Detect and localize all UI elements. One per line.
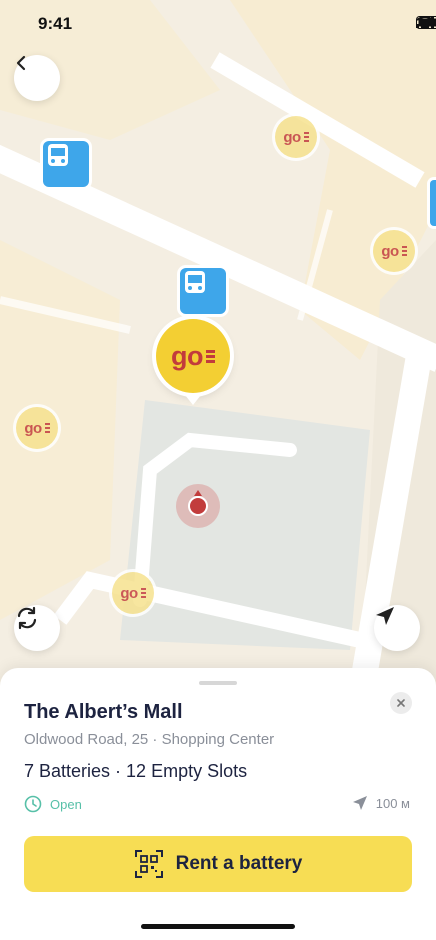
open-status-text: Open [50,796,82,812]
station-marker[interactable]: go [373,230,415,272]
back-icon [16,55,26,71]
open-status: Open [24,795,82,813]
map-view[interactable]: 9:41 go go go go go [0,0,436,700]
station-address: Oldwood Road, 25 · Shopping Center [24,731,275,748]
sheet-drag-handle[interactable] [199,681,237,685]
station-capacity: 7 Batteries · 12 Empty Slots [24,761,248,781]
locate-icon [376,607,394,625]
rent-battery-button[interactable]: Rent a battery [24,836,412,892]
close-icon [397,699,405,707]
station-marker[interactable]: go [275,116,317,158]
station-logo: go [24,419,42,437]
back-button[interactable] [14,55,60,101]
refresh-icon [17,606,37,630]
station-marker[interactable]: go [112,572,154,614]
selected-station-marker[interactable]: go [156,319,230,393]
rent-battery-label: Rent a battery [175,853,303,874]
bus-stop-marker[interactable] [43,141,89,187]
refresh-button[interactable] [14,605,60,651]
home-indicator [141,924,295,929]
battery-icon [416,16,436,29]
locate-me-button[interactable] [374,605,420,651]
station-details-sheet: The Albert’s Mall Oldwood Road, 25 · Sho… [0,668,436,940]
navigation-arrow-icon [352,796,367,810]
qr-scan-icon [134,850,163,878]
station-logo: go [171,340,204,371]
station-title: The Albert’s Mall [24,701,183,723]
distance-text: 100 м [375,795,410,811]
distance-info: 100 м [352,795,410,811]
status-time: 9:41 [38,14,73,33]
station-logo: go [120,584,138,602]
close-button[interactable] [390,692,412,714]
station-logo: go [283,128,301,146]
bus-icon [185,271,205,293]
bus-stop-marker[interactable] [180,268,226,314]
status-bar: 9:41 [0,0,436,50]
bus-icon [48,144,68,166]
bus-stop-marker[interactable] [430,180,436,226]
clock-icon [24,795,42,813]
station-logo: go [381,242,399,260]
station-marker[interactable]: go [16,407,58,449]
user-location-marker [176,484,220,528]
